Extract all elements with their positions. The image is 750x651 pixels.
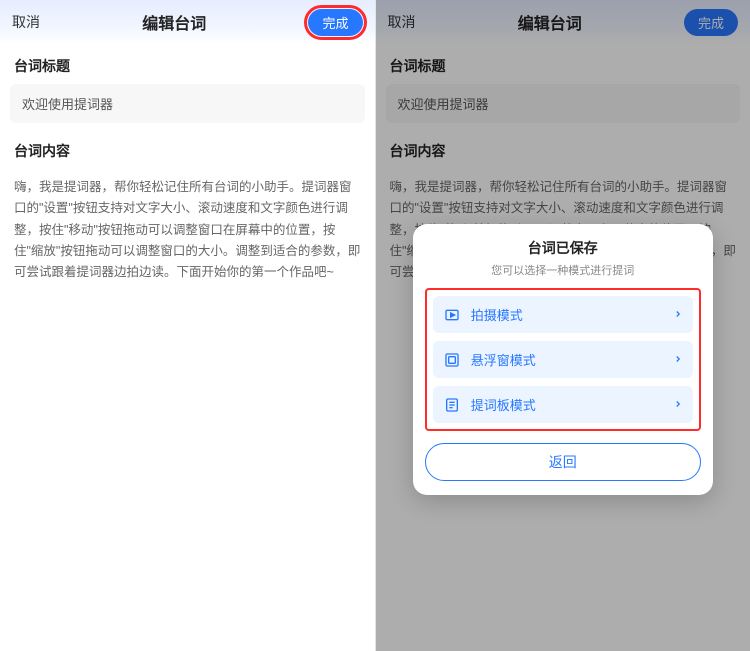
camera-icon <box>443 306 461 324</box>
mode-floating[interactable]: 悬浮窗模式 <box>433 341 693 378</box>
header: 取消 编辑台词 完成 <box>0 0 375 44</box>
page-title: 编辑台词 <box>142 10 206 34</box>
content-section-label: 台词内容 <box>0 129 375 169</box>
mode-shoot[interactable]: 拍摄模式 <box>433 296 693 333</box>
title-input[interactable]: 欢迎使用提词器 <box>10 84 365 123</box>
mode-label: 提词板模式 <box>471 395 673 414</box>
chevron-right-icon <box>673 307 683 322</box>
back-button[interactable]: 返回 <box>425 443 701 481</box>
saved-modal: 台词已保存 您可以选择一种模式进行提词 拍摄模式 悬浮窗模式 <box>413 224 713 495</box>
board-icon <box>443 396 461 414</box>
title-section-label: 台词标题 <box>0 44 375 84</box>
modal-subtitle: 您可以选择一种模式进行提词 <box>425 262 701 278</box>
floating-window-icon <box>443 351 461 369</box>
left-pane: 取消 编辑台词 完成 台词标题 欢迎使用提词器 台词内容 嗨，我是提词器，帮你轻… <box>0 0 376 651</box>
cancel-button[interactable]: 取消 <box>12 12 40 32</box>
content-textarea[interactable]: 嗨，我是提词器，帮你轻松记住所有台词的小助手。提词器窗口的"设置"按钮支持对文字… <box>0 169 375 291</box>
done-button[interactable]: 完成 <box>308 9 362 36</box>
chevron-right-icon <box>673 352 683 367</box>
chevron-right-icon <box>673 397 683 412</box>
modes-highlight-box: 拍摄模式 悬浮窗模式 <box>425 288 701 431</box>
right-pane: 取消 编辑台词 完成 台词标题 欢迎使用提词器 台词内容 嗨，我是提词器，帮你轻… <box>376 0 750 651</box>
mode-label: 拍摄模式 <box>471 305 673 324</box>
mode-board[interactable]: 提词板模式 <box>433 386 693 423</box>
modal-title: 台词已保存 <box>425 238 701 258</box>
mode-label: 悬浮窗模式 <box>471 350 673 369</box>
